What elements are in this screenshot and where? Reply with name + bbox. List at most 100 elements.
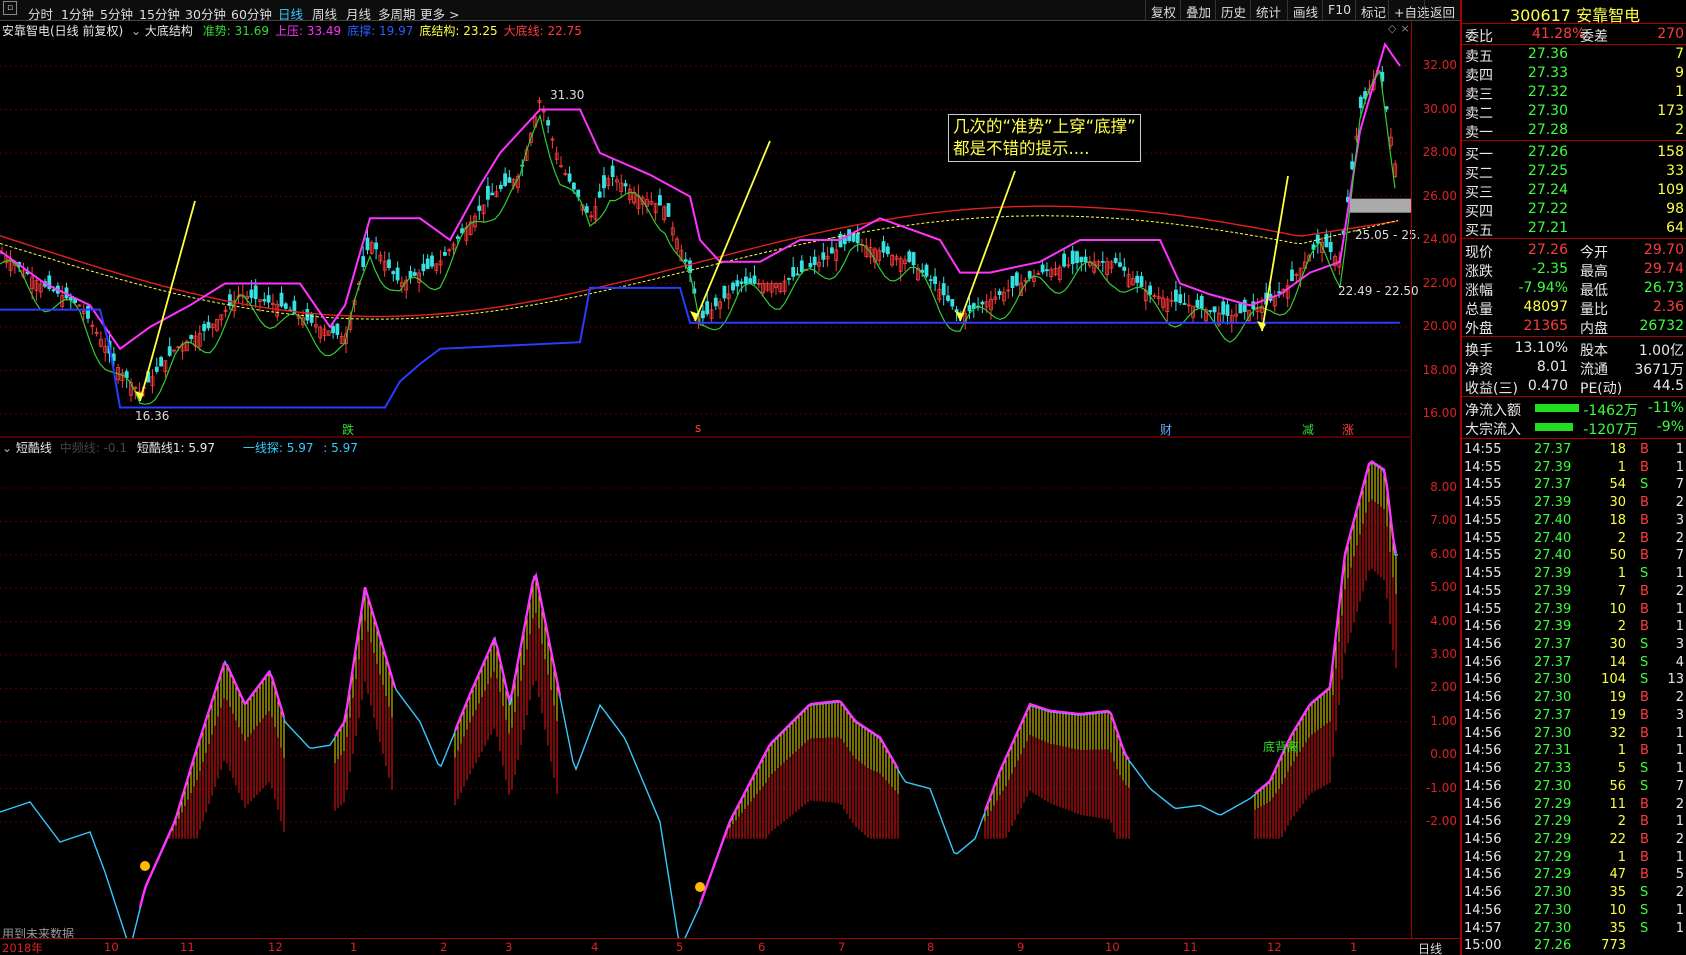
trade-tick-row: 14:56 27.39 2 B 1 [1462, 618, 1686, 636]
stat-label: 外盘 [1465, 321, 1493, 337]
toolbar-button-5[interactable]: F10 [1322, 0, 1356, 20]
trade-tick-row: 14:55 27.39 1 S 1 [1462, 565, 1686, 583]
ask-row[interactable]: 卖三 27.32 1 [1462, 83, 1686, 103]
low-price-label: 16.36 [135, 409, 170, 423]
trade-tick-row: 14:56 27.31 1 B 1 [1462, 742, 1686, 760]
panel-controls[interactable]: ◇× [1388, 22, 1414, 35]
trade-tick-row: 14:56 27.29 11 B 2 [1462, 796, 1686, 814]
tick-time: 14:56 [1464, 778, 1502, 794]
stat-value-2: 26.73 [1643, 280, 1684, 296]
indicator-name[interactable]: 大底结构 [145, 24, 193, 38]
tick-volume: 14 [1609, 654, 1626, 670]
sub-indicator-name[interactable]: 短酷线 [16, 441, 52, 455]
bid-row[interactable]: 买四 27.22 98 [1462, 200, 1686, 220]
flow-bar [1535, 423, 1573, 431]
toolbar-button-1[interactable]: 叠加 [1180, 0, 1216, 20]
ask-label: 卖一 [1465, 125, 1493, 141]
tick-time: 14:55 [1464, 495, 1502, 511]
fund-label-2: 股本 [1580, 343, 1608, 359]
tick-time: 14:56 [1464, 743, 1502, 759]
tick-volume: 56 [1609, 778, 1626, 794]
tick-count: 1 [1675, 601, 1684, 617]
chart-area[interactable] [0, 21, 1411, 938]
value-tick: 6.00 [1430, 546, 1457, 561]
price-tick: 20.00 [1422, 319, 1457, 333]
trade-tick-row: 14:56 27.33 5 S 1 [1462, 760, 1686, 778]
toolbar-button-6[interactable]: 标记 [1355, 0, 1391, 20]
fund-label-2: PE(动) [1580, 381, 1623, 397]
stat-row: 外盘 21365 内盘 26732 [1462, 317, 1686, 337]
bid-row[interactable]: 买一 27.26 158 [1462, 143, 1686, 163]
tick-price: 27.40 [1534, 530, 1572, 546]
tick-count: 2 [1675, 530, 1684, 546]
menu-toggle-icon[interactable]: ▫ [3, 1, 17, 15]
stat-label-2: 今开 [1580, 245, 1608, 261]
high-price-label: 31.30 [550, 88, 585, 102]
tick-time: 14:56 [1464, 654, 1502, 670]
bid-label: 买三 [1465, 185, 1493, 201]
tick-count: 2 [1675, 690, 1684, 706]
toolbar-button-2[interactable]: 历史 [1215, 0, 1251, 20]
ask-row[interactable]: 卖二 27.30 173 [1462, 102, 1686, 122]
trade-tick-row: 14:55 27.40 2 B 2 [1462, 530, 1686, 548]
value-tick: -1.00 [1425, 780, 1457, 795]
value-tick: 5.00 [1430, 580, 1457, 595]
stat-value: 48097 [1523, 299, 1568, 315]
date-label: 1 [1350, 940, 1358, 954]
tick-price: 27.29 [1534, 796, 1572, 812]
value-tick: -2.00 [1425, 814, 1457, 828]
sub-label-1: 短酷线1: 5.97 [136, 441, 216, 455]
tick-price: 27.39 [1534, 495, 1572, 511]
date-label: 2018年 [2, 941, 43, 955]
period-tab[interactable]: 日线 [1418, 940, 1442, 955]
toolbar-button-0[interactable]: 复权 [1145, 0, 1181, 20]
flow-label: 净流入额 [1465, 403, 1521, 419]
bid-row[interactable]: 买三 27.24 109 [1462, 181, 1686, 201]
date-label: 12 [1267, 940, 1282, 954]
toolbar-button-4[interactable]: 画线 [1287, 0, 1323, 20]
tick-count: 1 [1675, 743, 1684, 759]
tick-time: 14:55 [1464, 548, 1502, 564]
tick-price: 27.29 [1534, 831, 1572, 847]
tick-side: S [1640, 672, 1649, 688]
date-label: 6 [758, 940, 766, 954]
trade-tick-row: 15:00 27.26 773 [1462, 937, 1686, 955]
trade-tick-row: 14:55 27.40 18 B 3 [1462, 512, 1686, 530]
price-tick: 32.00 [1422, 58, 1457, 72]
sub-toggle-icon[interactable]: ⌄ [2, 441, 12, 455]
ask-row[interactable]: 卖四 27.33 9 [1462, 64, 1686, 84]
tick-volume: 2 [1617, 814, 1626, 830]
ask-row[interactable]: 卖五 27.36 7 [1462, 45, 1686, 65]
ask-row[interactable]: 卖一 27.28 2 [1462, 121, 1686, 141]
value-tick: 3.00 [1430, 647, 1457, 661]
weibi-row: 委比 41.28% 委差 270 [1462, 25, 1686, 45]
bid-row[interactable]: 买二 27.25 33 [1462, 162, 1686, 182]
signal-marker-1: s [695, 421, 702, 435]
date-label: 9 [1017, 940, 1025, 954]
tick-volume: 19 [1609, 707, 1626, 723]
toolbar-button-3[interactable]: 统计 [1250, 0, 1286, 20]
tick-price: 27.31 [1534, 743, 1572, 759]
tick-side: B [1640, 442, 1649, 457]
tick-time: 14:55 [1464, 530, 1502, 546]
toolbar-button-8[interactable]: 返回 [1424, 0, 1460, 20]
tick-time: 14:56 [1464, 672, 1502, 688]
tick-volume: 2 [1617, 619, 1626, 635]
indicator-toggle-icon[interactable]: ⌄ [131, 24, 141, 38]
tick-side: B [1640, 495, 1649, 511]
weibi-value: 41.28% [1532, 26, 1586, 42]
price-tick: 16.00 [1422, 406, 1457, 420]
bid-row[interactable]: 买五 27.21 64 [1462, 219, 1686, 239]
tick-side: B [1640, 867, 1649, 883]
tick-price: 27.30 [1534, 778, 1572, 794]
weicha-value: 270 [1657, 26, 1684, 42]
bid-volume: 64 [1666, 220, 1684, 236]
tick-side: S [1640, 654, 1649, 670]
ask-volume: 7 [1675, 46, 1684, 62]
date-label: 2 [440, 940, 448, 954]
tick-time: 14:56 [1464, 902, 1502, 918]
fund-value-2: 44.5 [1652, 378, 1684, 394]
signal-marker-3: 减 [1302, 423, 1315, 437]
tick-side: B [1640, 707, 1649, 723]
tick-time: 14:56 [1464, 690, 1502, 706]
